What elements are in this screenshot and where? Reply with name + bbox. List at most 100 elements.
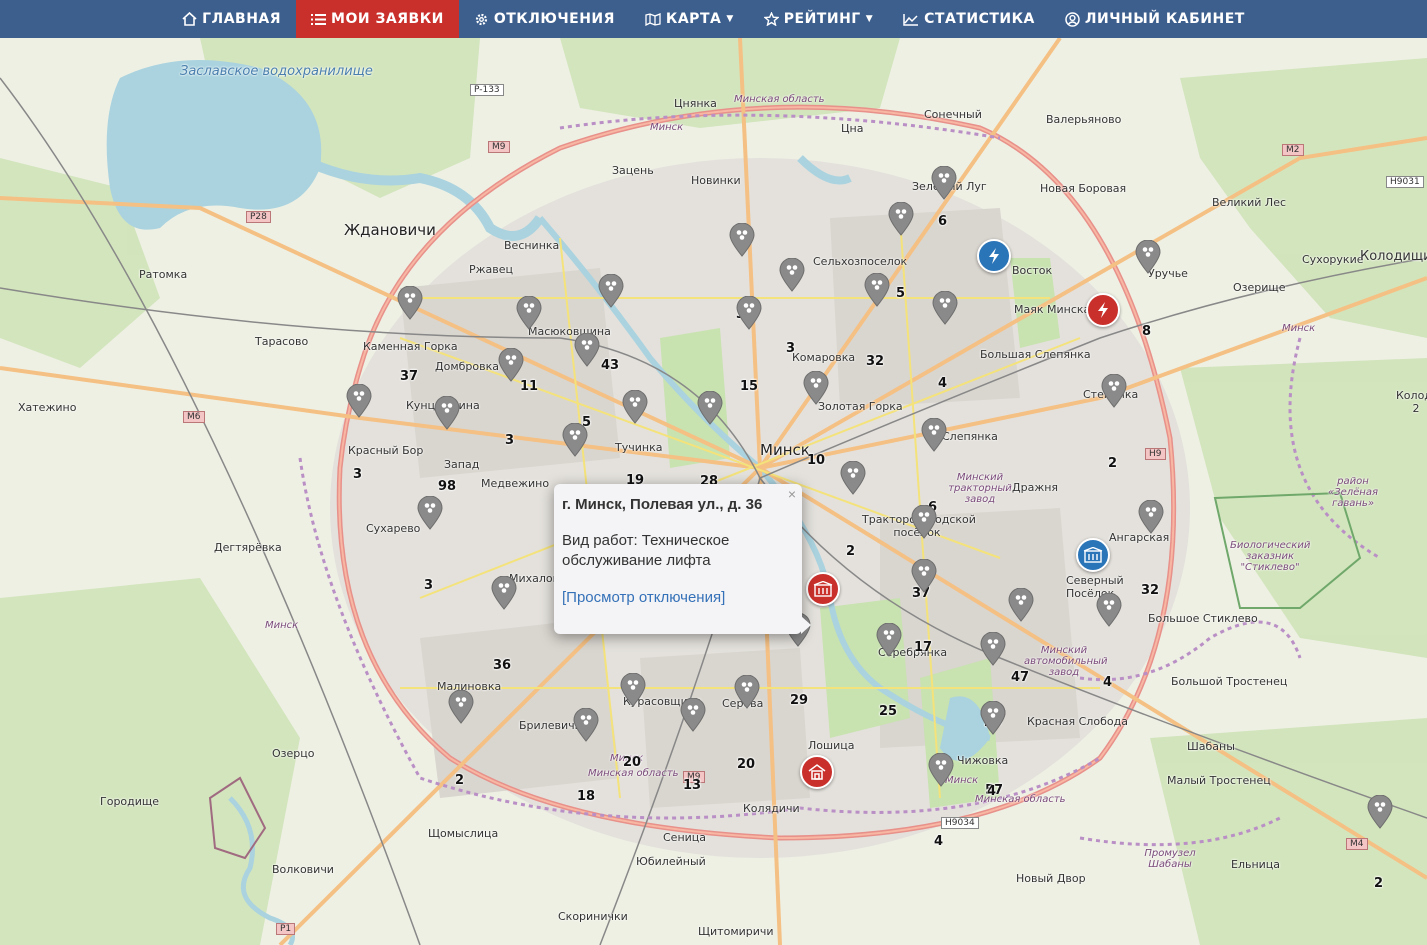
place-label: Тарасово bbox=[255, 335, 309, 348]
cluster-marker[interactable] bbox=[840, 461, 866, 495]
cluster-marker[interactable] bbox=[1101, 374, 1127, 408]
place-label: Сеница bbox=[663, 831, 707, 844]
cluster-marker[interactable] bbox=[734, 675, 760, 709]
cluster-count: 25 bbox=[879, 704, 898, 719]
road-shield: M6 bbox=[183, 411, 205, 423]
house-icon[interactable] bbox=[800, 755, 834, 789]
cluster-marker[interactable] bbox=[562, 423, 588, 457]
cluster-marker[interactable] bbox=[888, 202, 914, 236]
cluster-marker[interactable] bbox=[911, 559, 937, 593]
cluster-marker[interactable] bbox=[516, 296, 542, 330]
map-canvas[interactable]: Заславское водохранилище Ждановичи Ратом… bbox=[0, 38, 1427, 945]
place-label: Колодищи 2 bbox=[1396, 389, 1427, 415]
road-shield: P-133 bbox=[470, 84, 504, 96]
pin-icon bbox=[779, 258, 805, 292]
city-label: Минск bbox=[760, 441, 810, 459]
nav-rating-label: РЕЙТИНГ bbox=[783, 11, 861, 27]
close-icon[interactable]: × bbox=[788, 486, 796, 502]
place-label: Чижовка bbox=[957, 754, 1009, 767]
building-icon[interactable] bbox=[1076, 538, 1110, 572]
cluster-marker[interactable] bbox=[622, 390, 648, 424]
place-label: Колядичи bbox=[743, 802, 800, 815]
place-label: Великий Лес bbox=[1212, 196, 1287, 209]
cluster-marker[interactable] bbox=[864, 273, 890, 307]
pin-icon bbox=[888, 202, 914, 236]
place-label: Щитомиричи bbox=[698, 925, 774, 938]
cluster-marker[interactable] bbox=[346, 384, 372, 418]
nav-outages[interactable]: ОТКЛЮЧЕНИЯ bbox=[459, 0, 630, 38]
cluster-marker[interactable] bbox=[1096, 593, 1122, 627]
pin-icon bbox=[598, 274, 624, 308]
cluster-count: 3 bbox=[786, 341, 796, 356]
pin-icon bbox=[1135, 240, 1161, 274]
place-label: Юбилейный bbox=[636, 855, 706, 868]
nav-home[interactable]: ГЛАВНАЯ bbox=[167, 0, 296, 38]
cluster-marker[interactable] bbox=[876, 623, 902, 657]
pin-icon bbox=[911, 559, 937, 593]
place-label: Ждановичи bbox=[344, 221, 436, 239]
cluster-marker[interactable] bbox=[911, 505, 937, 539]
pin-icon bbox=[516, 296, 542, 330]
cluster-marker[interactable] bbox=[434, 396, 460, 430]
place-label: Красная Слобода bbox=[1027, 715, 1128, 728]
cluster-marker[interactable] bbox=[697, 391, 723, 425]
zone-label: Промузел Шабаны bbox=[1144, 848, 1196, 870]
cluster-marker[interactable] bbox=[931, 166, 957, 200]
road-shield: H9034 bbox=[941, 817, 979, 829]
view-outage-link[interactable]: [Просмотр отключения] bbox=[562, 589, 794, 606]
nav-my-requests[interactable]: МОИ ЗАЯВКИ bbox=[296, 0, 459, 38]
chevron-down-icon: ▼ bbox=[726, 14, 734, 24]
nav-rating[interactable]: РЕЙТИНГ ▼ bbox=[749, 0, 888, 38]
cluster-marker[interactable] bbox=[729, 223, 755, 257]
pin-icon bbox=[876, 623, 902, 657]
pin-icon bbox=[980, 632, 1006, 666]
cluster-marker[interactable] bbox=[574, 333, 600, 367]
place-label: Шабаны bbox=[1187, 740, 1235, 753]
map-icon bbox=[645, 12, 661, 26]
cluster-marker[interactable] bbox=[779, 258, 805, 292]
building-icon[interactable] bbox=[806, 572, 840, 606]
cluster-marker[interactable] bbox=[498, 348, 524, 382]
cluster-marker[interactable] bbox=[620, 673, 646, 707]
nav-map[interactable]: КАРТА ▼ bbox=[630, 0, 749, 38]
nav-my-requests-label: МОИ ЗАЯВКИ bbox=[331, 11, 444, 27]
cluster-marker[interactable] bbox=[573, 708, 599, 742]
cluster-marker[interactable] bbox=[491, 576, 517, 610]
cluster-count: 4 bbox=[987, 784, 997, 799]
place-label: Красный Бор bbox=[348, 444, 424, 457]
cluster-marker[interactable] bbox=[803, 371, 829, 405]
cluster-marker[interactable] bbox=[1008, 588, 1034, 622]
list-icon bbox=[311, 13, 327, 26]
cluster-marker[interactable] bbox=[736, 296, 762, 330]
lightning-icon[interactable] bbox=[1086, 293, 1120, 327]
cluster-marker[interactable] bbox=[1367, 795, 1393, 829]
cluster-marker[interactable] bbox=[598, 274, 624, 308]
lightning-icon[interactable] bbox=[977, 239, 1011, 273]
nav-map-label: КАРТА bbox=[665, 11, 722, 27]
nav-account[interactable]: ЛИЧНЫЙ КАБИНЕТ bbox=[1050, 0, 1260, 38]
pin-icon bbox=[931, 166, 957, 200]
place-label: Восток bbox=[1012, 264, 1053, 277]
place-label: Цнянка bbox=[674, 97, 717, 110]
cluster-marker[interactable] bbox=[921, 418, 947, 452]
cluster-marker[interactable] bbox=[448, 690, 474, 724]
cluster-marker[interactable] bbox=[1138, 500, 1164, 534]
nav-statistics[interactable]: СТАТИСТИКА bbox=[888, 0, 1050, 38]
cluster-marker[interactable] bbox=[397, 286, 423, 320]
place-label: Ельница bbox=[1231, 858, 1281, 871]
cluster-marker[interactable] bbox=[980, 701, 1006, 735]
cluster-marker[interactable] bbox=[928, 753, 954, 787]
cluster-marker[interactable] bbox=[417, 496, 443, 530]
road-shield: H9031 bbox=[1386, 176, 1424, 188]
cluster-count: 18 bbox=[577, 789, 596, 804]
cluster-marker[interactable] bbox=[1135, 240, 1161, 274]
cluster-marker[interactable] bbox=[980, 632, 1006, 666]
pin-icon bbox=[980, 701, 1006, 735]
pin-icon bbox=[1138, 500, 1164, 534]
zone-label: Минск bbox=[1282, 323, 1316, 334]
user-icon bbox=[1065, 11, 1080, 27]
cluster-marker[interactable] bbox=[932, 291, 958, 325]
chart-icon bbox=[903, 13, 919, 26]
cluster-marker[interactable] bbox=[680, 698, 706, 732]
pin-icon bbox=[498, 348, 524, 382]
